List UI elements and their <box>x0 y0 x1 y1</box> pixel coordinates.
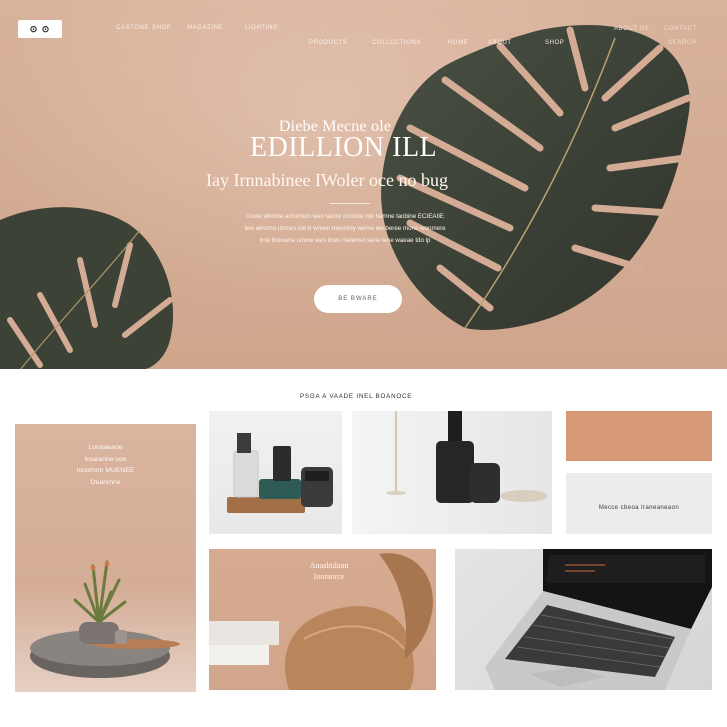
product-card-bottles[interactable] <box>352 411 552 534</box>
nav-link[interactable]: CONTACT <box>664 26 697 32</box>
card-text-line: Iroaranne ooo <box>84 456 127 463</box>
nav-link[interactable]: CASTONE <box>116 25 149 31</box>
swatch-orange <box>566 411 712 461</box>
card-label: Mecce cbeoa Iraneaneaon <box>598 505 680 511</box>
nav-link[interactable]: ABOUT <box>488 40 512 46</box>
nav-link[interactable]: MAGAZINE <box>187 25 223 31</box>
card-text-line: Lonaaeane <box>88 444 123 451</box>
product-card-laptop[interactable] <box>455 549 712 690</box>
hero-divider <box>330 203 370 204</box>
nav-link[interactable]: ABOUT US <box>614 26 649 32</box>
product-card-swatch[interactable]: Mecce cbeoa Iraneaneaon <box>566 411 712 534</box>
product-card-chair[interactable]: Anaabidann Iooraorce <box>209 549 436 690</box>
nav-link[interactable]: SHOP <box>545 40 564 46</box>
product-card-plant[interactable]: Lonaaeane Iroaranne ooo Ionornnn MUENEE … <box>15 424 196 692</box>
nav-link[interactable]: HOME <box>448 40 468 46</box>
laptop-illustration-icon <box>485 549 712 690</box>
bottles-illustration-icon <box>386 411 548 503</box>
hero-paragraph-line: Iwe whorno umnes loe b wreen meoreny wem… <box>244 225 446 232</box>
nav-link[interactable]: SEARCH <box>668 40 697 46</box>
nav-link[interactable]: LIGHTING <box>245 25 278 31</box>
hero-paragraph-line: Uowe whome amonhon wen lamre ommoe nte h… <box>245 213 445 220</box>
chair-illustration-icon <box>209 553 434 690</box>
product-card-cosmetics[interactable] <box>209 411 342 534</box>
nav-link[interactable]: PRODUCTS <box>309 40 347 46</box>
hero-title: EDILLION ILL <box>250 132 438 163</box>
hero-paragraph-line: Irne lbowane umow wes lows melemel sene … <box>259 237 431 244</box>
hero-cta-button[interactable]: BE BWARE <box>314 285 402 313</box>
hero-subtitle: Iay Irnnabinee IWoler oce no bug <box>206 170 448 190</box>
monstera-leaf-left-icon <box>0 207 173 369</box>
card-text-line: Ionornnn MUENEE <box>76 467 135 474</box>
card-text-line: Ouanrnne <box>90 479 121 486</box>
nav-link[interactable]: SHOP <box>152 25 171 31</box>
plant-tray-illustration-icon <box>30 560 180 678</box>
section-title: PSGA A VAADE INEL BOANOCE <box>300 393 413 400</box>
swatch-white-band <box>566 461 712 473</box>
hero-section: ⊙ ⊙ CASTONE SHOP MAGAZINE LIGHTING PRODU… <box>0 0 727 369</box>
nav-link[interactable]: COLLECTIONS <box>372 40 421 46</box>
logo-button[interactable]: ⊙ ⊙ <box>18 20 62 38</box>
cosmetics-illustration-icon <box>227 433 333 513</box>
